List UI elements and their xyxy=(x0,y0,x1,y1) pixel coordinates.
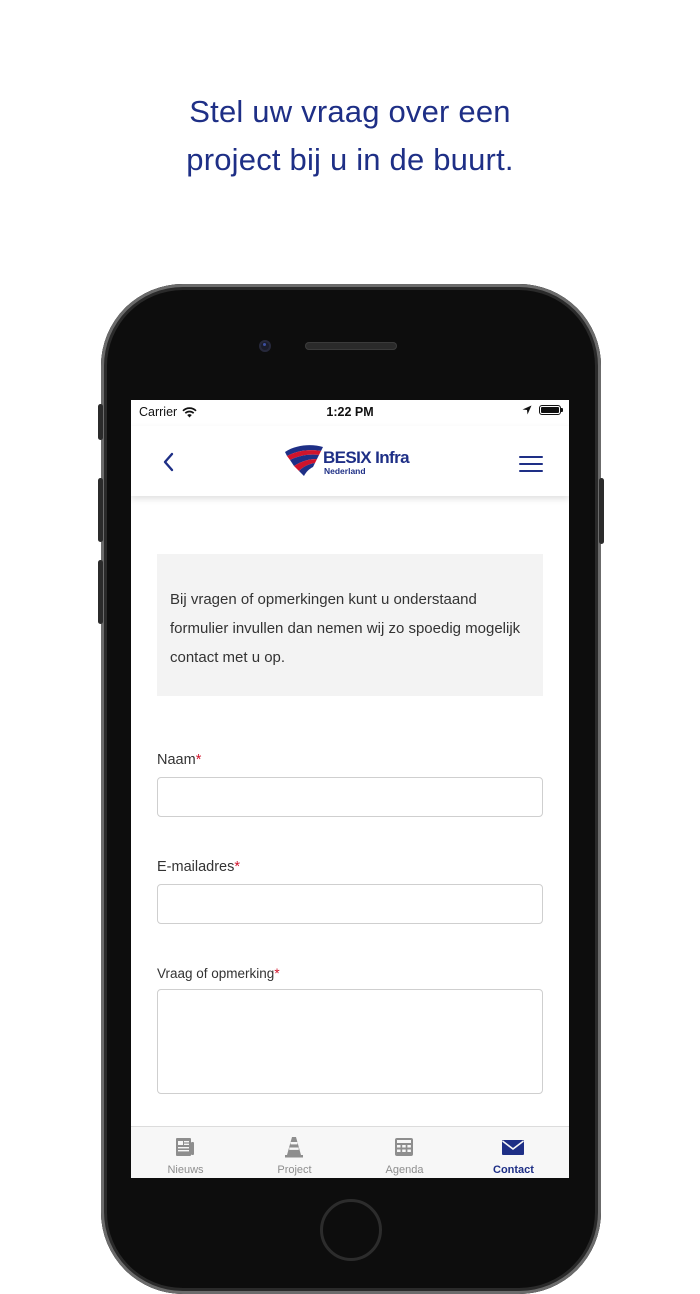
navigation-bar: BESIX Infra Nederland xyxy=(131,426,569,496)
email-label: E-mailadres* xyxy=(157,859,240,875)
status-bar: Carrier 1:22 PM xyxy=(131,400,569,426)
status-right-group xyxy=(522,405,563,415)
phone-screen: Carrier 1:22 PM BESIX Infra Nederland Bi… xyxy=(131,400,569,1178)
besix-infra-logo: BESIX Infra Nederland xyxy=(283,444,423,484)
calendar-grid-icon xyxy=(395,1138,413,1156)
name-input[interactable] xyxy=(157,777,543,817)
envelope-icon xyxy=(502,1140,524,1155)
tab-contact[interactable]: Contact xyxy=(459,1127,568,1178)
tab-nieuws[interactable]: Nieuws xyxy=(131,1127,240,1178)
tab-label: Project xyxy=(277,1164,312,1176)
headline-line-2: project bij u in de buurt. xyxy=(186,142,514,177)
chevron-left-icon[interactable] xyxy=(157,450,181,474)
front-camera xyxy=(259,340,271,352)
name-label-text: Naam xyxy=(157,752,196,768)
tab-label: Contact xyxy=(493,1164,534,1176)
required-marker: * xyxy=(234,859,241,875)
email-input[interactable] xyxy=(157,884,543,924)
headline-line-1: Stel uw vraag over een xyxy=(189,94,511,129)
question-textarea[interactable] xyxy=(157,989,543,1094)
intro-text-box: Bij vragen of opmerkingen kunt u onderst… xyxy=(157,554,543,696)
logo-wordmark: BESIX Infra xyxy=(323,448,410,467)
required-marker: * xyxy=(195,752,202,768)
tab-agenda[interactable]: Agenda xyxy=(350,1127,459,1178)
name-label: Naam* xyxy=(157,752,201,768)
contact-form-content: Bij vragen of opmerkingen kunt u onderst… xyxy=(131,496,569,1126)
bottom-tab-bar: Nieuws Project Agenda Contact xyxy=(131,1126,569,1178)
tab-project[interactable]: Project xyxy=(240,1127,349,1178)
besix-logo-mark-icon xyxy=(285,445,323,476)
question-label: Vraag of opmerking* xyxy=(157,966,280,981)
intro-text: Bij vragen of opmerkingen kunt u onderst… xyxy=(170,591,521,666)
location-arrow-icon xyxy=(522,405,532,415)
newspaper-icon xyxy=(176,1138,194,1156)
traffic-cone-icon xyxy=(285,1137,303,1158)
battery-icon xyxy=(539,405,563,415)
mute-switch xyxy=(98,404,103,440)
hamburger-menu-icon[interactable] xyxy=(519,456,543,472)
logo-subtitle: Nederland xyxy=(324,466,366,476)
required-marker: * xyxy=(274,966,280,981)
volume-down-button xyxy=(98,560,103,624)
home-button xyxy=(320,1199,382,1261)
tab-label: Agenda xyxy=(385,1164,424,1176)
marketing-headline: Stel uw vraag over een project bij u in … xyxy=(0,88,700,184)
volume-up-button xyxy=(98,478,103,542)
earpiece-speaker xyxy=(305,342,397,350)
email-label-text: E-mailadres xyxy=(157,859,235,875)
question-label-text: Vraag of opmerking xyxy=(157,966,275,981)
status-time: 1:22 PM xyxy=(326,405,374,419)
tab-label: Nieuws xyxy=(167,1164,204,1176)
power-button xyxy=(599,478,604,544)
